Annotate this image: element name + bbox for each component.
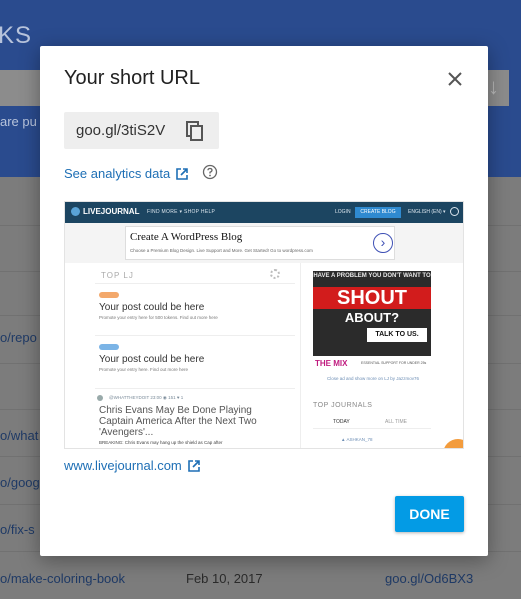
preview-ad-title: Create A WordPress Blog: [130, 231, 243, 243]
preview-ad-link: Close ad and show more on LJ by Jazzmov7…: [326, 376, 420, 381]
preview-shout-ad: HAVE A PROBLEM YOU DON'T WANT TO SHOUT A…: [313, 271, 431, 356]
copy-icon: [186, 121, 203, 141]
preview-journal-tabs: TODAY ALL TIME: [313, 415, 431, 429]
table-row-date: Feb 10, 2017: [186, 571, 263, 586]
short-url-text[interactable]: goo.gl/3tiS2V: [76, 122, 165, 139]
analytics-link[interactable]: See analytics data: [64, 166, 189, 181]
short-url-box: goo.gl/3tiS2V: [64, 112, 219, 149]
preview-journal-row: ▲ ASHKAN_78: [341, 437, 373, 442]
table-row-link[interactable]: o/goog: [0, 475, 40, 490]
table-row-link[interactable]: o/repo: [0, 330, 37, 345]
open-external-icon: [176, 167, 189, 180]
shorten-button[interactable]: ↓: [488, 70, 509, 106]
preview-sidebar: HAVE A PROBLEM YOU DON'T WANT TO SHOUT A…: [300, 263, 463, 448]
preview-search-icon: [450, 207, 459, 216]
close-icon: [448, 72, 462, 86]
preview-card: Your post could be here Promote your ent…: [95, 335, 295, 387]
preview-avatar: [443, 439, 463, 448]
preview-lang: ENGLISH (EN) ▾: [408, 209, 446, 215]
preview-ad-subtitle: Choose a Premium Blog Design. Live Suppo…: [130, 248, 313, 253]
analytics-label: See analytics data: [64, 166, 171, 181]
table-row-link[interactable]: o/make-coloring-book: [0, 571, 125, 586]
preview-gear-icon: [270, 269, 280, 279]
preview-mix-logo: THE MIX ESSENTIAL SUPPORT FOR UNDER 25s: [313, 357, 431, 373]
site-link-label: www.livejournal.com: [64, 458, 182, 473]
close-button[interactable]: [444, 68, 466, 90]
preview-top-journals: TOP JOURNALS: [313, 402, 373, 409]
table-row-link[interactable]: o/fix-s: [0, 522, 35, 537]
copy-button[interactable]: [184, 120, 206, 142]
preview-logo: LIVEJOURNAL: [71, 207, 139, 216]
page-title: KS: [0, 22, 33, 49]
table-row-link[interactable]: o/what: [0, 428, 38, 443]
preview-feed: TOP LJ Your post could be here Promote y…: [65, 263, 300, 448]
table-row-short-url[interactable]: goo.gl/Od6BX3: [385, 571, 473, 586]
preview-login: LOGIN: [335, 209, 351, 215]
site-link[interactable]: www.livejournal.com: [64, 458, 201, 473]
site-preview: LIVEJOURNAL FIND MORE ▾ SHOP HELP LOGIN …: [64, 201, 464, 449]
preview-post: @WHATTHEYDOIT 23:00 ◉ 151 ♥ 1 Chris Evan…: [95, 388, 295, 448]
preview-nav: FIND MORE ▾ SHOP HELP: [147, 209, 216, 215]
preview-top-label: TOP LJ: [101, 271, 134, 280]
help-icon[interactable]: [202, 164, 218, 180]
done-button[interactable]: DONE: [395, 496, 464, 532]
open-external-icon: [187, 459, 200, 472]
public-notice: are pu: [0, 114, 37, 129]
dialog-title: Your short URL: [64, 67, 200, 89]
preview-navbar: LIVEJOURNAL FIND MORE ▾ SHOP HELP LOGIN …: [65, 202, 463, 223]
preview-ad-arrow-icon: ›: [373, 233, 393, 253]
preview-create-blog: CREATE BLOG: [355, 207, 401, 218]
preview-card: Your post could be here Promote your ent…: [95, 283, 295, 335]
short-url-dialog: Your short URL goo.gl/3tiS2V See analyti…: [40, 46, 488, 556]
preview-ad-banner: Create A WordPress Blog Choose a Premium…: [65, 223, 463, 263]
preview-avatar: [97, 395, 103, 401]
